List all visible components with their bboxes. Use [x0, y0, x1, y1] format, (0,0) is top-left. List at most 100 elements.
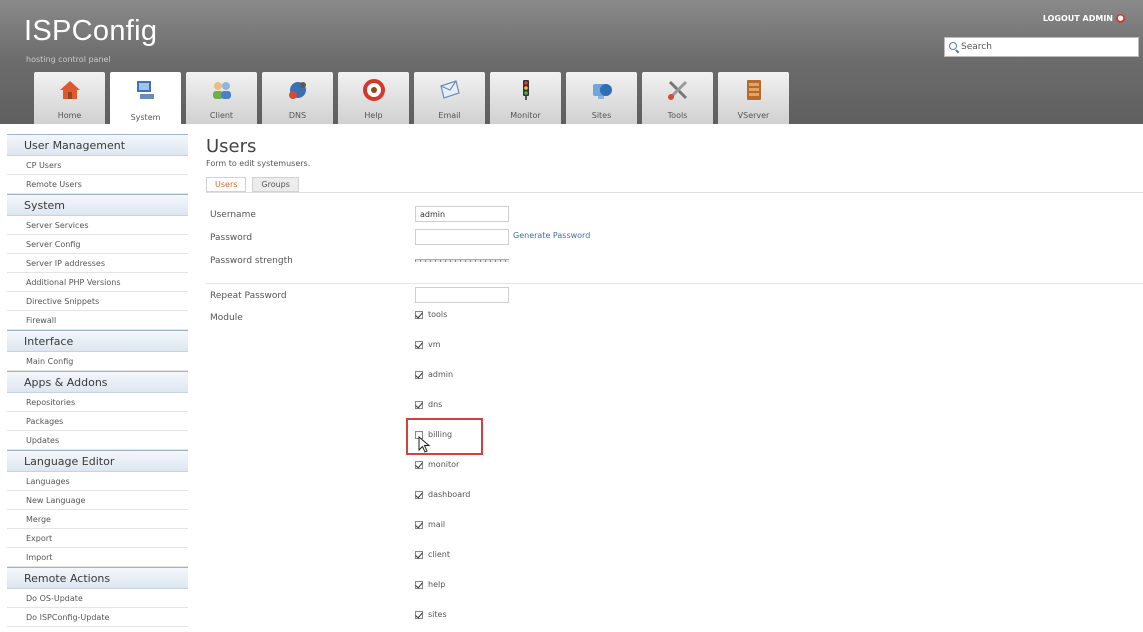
sidebar-section-language-editor: Language Editor [7, 450, 188, 472]
sidebar-item-do-os-update[interactable]: Do OS-Update [7, 589, 188, 608]
tab-users[interactable]: Users [206, 177, 247, 192]
tab-label: DNS [288, 111, 307, 120]
app-tagline: hosting control panel [26, 55, 111, 64]
tab-groups[interactable]: Groups [252, 177, 299, 192]
tab-home[interactable]: Home [34, 72, 105, 124]
module-label: Module [210, 313, 243, 323]
username-field[interactable] [415, 206, 509, 222]
sidebar-section-interface: Interface [7, 330, 188, 352]
tab-vserver[interactable]: VServer [718, 72, 789, 124]
sidebar-item-server-ip-addresses[interactable]: Server IP addresses [7, 254, 188, 273]
sidebar-item-updates[interactable]: Updates [7, 431, 188, 450]
tab-tools[interactable]: Tools [642, 72, 713, 124]
tab-system[interactable]: System [110, 72, 181, 126]
sidebar-item-export[interactable]: Export [7, 529, 188, 548]
tab-monitor[interactable]: Monitor [490, 72, 561, 124]
module-help[interactable]: help [415, 580, 445, 589]
module-label-monitor: monitor [428, 460, 460, 469]
form-tabs: Users Groups [206, 177, 299, 192]
tools-icon [665, 77, 691, 103]
sidebar-item-server-config[interactable]: Server Config [7, 235, 188, 254]
module-mail[interactable]: mail [415, 520, 445, 529]
sidebar-section-remote-actions: Remote Actions [7, 567, 188, 589]
password-strength-meter [415, 259, 509, 262]
module-client[interactable]: client [415, 550, 450, 559]
tab-label: Monitor [510, 111, 541, 120]
sidebar-item-remote-users[interactable]: Remote Users [7, 175, 188, 194]
checkbox[interactable] [415, 490, 423, 499]
header-bar: ISPConfig hosting control panel LOGOUT A… [0, 0, 1143, 126]
module-label-mail: mail [428, 520, 446, 529]
checkbox[interactable] [415, 460, 423, 469]
divider [206, 192, 1143, 193]
logout-label[interactable]: LOGOUT ADMIN [1043, 14, 1113, 23]
checkbox[interactable] [415, 520, 423, 529]
app-logo[interactable]: ISPConfig [24, 15, 157, 48]
tab-dns[interactable]: DNS [262, 72, 333, 124]
module-label-dashboard: dashboard [428, 490, 471, 499]
checkbox[interactable] [415, 610, 423, 619]
sidebar-item-new-language[interactable]: New Language [7, 491, 188, 510]
generate-password-link[interactable]: Generate Password [513, 231, 590, 240]
sidebar-item-main-config[interactable]: Main Config [7, 352, 188, 371]
repeat-password-field[interactable] [415, 287, 509, 303]
module-dashboard[interactable]: dashboard [415, 490, 470, 499]
tab-label: VServer [737, 111, 770, 120]
sidebar-item-repositories[interactable]: Repositories [7, 393, 188, 412]
checkbox[interactable] [415, 340, 423, 349]
sidebar: User Management CP Users Remote Users Sy… [7, 134, 188, 627]
checkbox[interactable] [415, 310, 423, 319]
search-input[interactable] [961, 42, 1131, 52]
page-title: Users [206, 136, 257, 157]
sidebar-section-apps-addons: Apps & Addons [7, 371, 188, 393]
checkbox[interactable] [415, 370, 423, 379]
sidebar-item-packages[interactable]: Packages [7, 412, 188, 431]
vserver-icon [741, 77, 767, 103]
module-label-vm: vm [428, 340, 441, 349]
tab-label: Client [209, 111, 234, 120]
sidebar-item-directive-snippets[interactable]: Directive Snippets [7, 292, 188, 311]
password-strength-label: Password strength [210, 256, 293, 266]
sidebar-section-system: System [7, 194, 188, 216]
username-label: Username [210, 210, 256, 220]
module-monitor[interactable]: monitor [415, 460, 459, 469]
tab-email[interactable]: Email [414, 72, 485, 124]
sites-icon [589, 77, 615, 103]
search-box[interactable] [944, 37, 1139, 57]
checkbox[interactable] [415, 550, 423, 559]
tab-label: Tools [667, 111, 688, 120]
logout-icon[interactable]: ● [1116, 14, 1125, 23]
module-dns[interactable]: dns [415, 400, 442, 409]
sidebar-item-do-ispconfig-update[interactable]: Do ISPConfig-Update [7, 608, 188, 627]
module-tools[interactable]: tools [415, 310, 447, 319]
sidebar-item-import[interactable]: Import [7, 548, 188, 567]
module-sites[interactable]: sites [415, 610, 447, 619]
tab-label: System [130, 113, 161, 122]
checkbox[interactable] [415, 400, 423, 409]
help-icon [361, 77, 387, 103]
sidebar-item-additional-php-versions[interactable]: Additional PHP Versions [7, 273, 188, 292]
client-icon [209, 77, 235, 103]
sidebar-item-cp-users[interactable]: CP Users [7, 156, 188, 175]
module-label-tools: tools [428, 310, 448, 319]
sidebar-item-firewall[interactable]: Firewall [7, 311, 188, 330]
module-admin[interactable]: admin [415, 370, 453, 379]
sidebar-item-languages[interactable]: Languages [7, 472, 188, 491]
sidebar-item-server-services[interactable]: Server Services [7, 216, 188, 235]
tab-client[interactable]: Client [186, 72, 257, 124]
module-label-help: help [428, 580, 446, 589]
tab-label: Email [438, 111, 461, 120]
module-label-sites: sites [428, 610, 447, 619]
repeat-password-label: Repeat Password [210, 291, 287, 301]
tab-sites[interactable]: Sites [566, 72, 637, 124]
password-field[interactable] [415, 229, 509, 245]
module-vm[interactable]: vm [415, 340, 441, 349]
monitor-icon [513, 77, 539, 103]
email-icon [437, 77, 463, 103]
page-subtitle: Form to edit systemusers. [206, 159, 311, 168]
password-label: Password [210, 233, 253, 243]
checkbox[interactable] [415, 580, 423, 589]
sidebar-item-merge[interactable]: Merge [7, 510, 188, 529]
tab-help[interactable]: Help [338, 72, 409, 124]
logout-button[interactable]: LOGOUT ADMIN ● [1043, 14, 1125, 23]
